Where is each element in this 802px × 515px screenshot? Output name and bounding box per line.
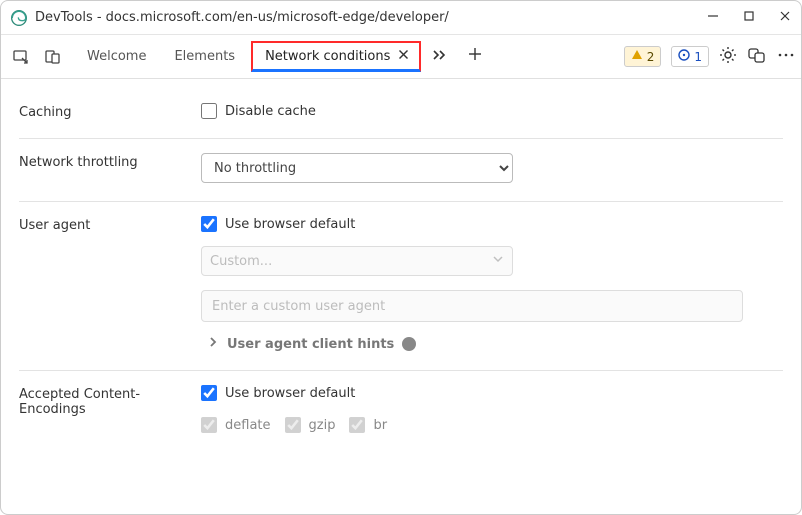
edge-icon	[11, 10, 27, 26]
tab-network-conditions[interactable]: Network conditions	[251, 41, 421, 72]
more-options-icon[interactable]	[777, 46, 795, 68]
ua-preset-dropdown: Custom...	[201, 246, 513, 276]
ua-custom-input	[201, 290, 743, 322]
minimize-button[interactable]	[707, 10, 719, 26]
ua-client-hints-toggle[interactable]: User agent client hints	[201, 336, 783, 352]
enc-deflate-label: deflate	[225, 418, 271, 433]
enc-br-label: br	[373, 418, 387, 433]
chevron-down-icon	[492, 253, 504, 269]
enc-options: deflate gzip br	[201, 417, 783, 433]
network-conditions-panel: Caching Disable cache Network throttling…	[1, 79, 801, 514]
info-count: 1	[694, 50, 702, 64]
enc-br-line: br	[349, 417, 387, 433]
dock-side-icon[interactable]	[747, 46, 767, 68]
ua-use-default-checkbox[interactable]	[201, 216, 217, 232]
enc-gzip-line: gzip	[285, 417, 336, 433]
title-bar: DevTools - docs.microsoft.com/en-us/micr…	[1, 1, 801, 35]
maximize-button[interactable]	[743, 10, 755, 26]
settings-icon[interactable]	[719, 46, 737, 68]
disable-cache-label: Disable cache	[225, 104, 316, 119]
warning-icon	[631, 49, 643, 64]
warnings-badge[interactable]: 2	[624, 46, 662, 67]
disable-cache-checkbox[interactable]	[201, 103, 217, 119]
label-caching: Caching	[19, 103, 201, 120]
ua-use-default-label: Use browser default	[225, 217, 355, 232]
enc-br-checkbox	[349, 417, 365, 433]
enc-use-default-label: Use browser default	[225, 386, 355, 401]
inspect-icon[interactable]	[7, 48, 35, 66]
label-throttling: Network throttling	[19, 153, 201, 170]
close-button[interactable]	[779, 10, 791, 26]
enc-use-default-checkbox[interactable]	[201, 385, 217, 401]
device-toggle-icon[interactable]	[39, 48, 67, 66]
warnings-count: 2	[647, 50, 655, 64]
more-tabs-icon[interactable]	[425, 40, 455, 74]
label-user-agent: User agent	[19, 216, 201, 233]
enc-deflate-line: deflate	[201, 417, 271, 433]
tab-strip: Welcome Elements Network conditions	[75, 40, 491, 74]
tab-label: Network conditions	[265, 49, 390, 64]
tab-welcome[interactable]: Welcome	[75, 41, 158, 72]
info-icon	[678, 49, 690, 64]
info-badge[interactable]: 1	[671, 46, 709, 67]
tab-elements[interactable]: Elements	[162, 41, 247, 72]
ua-use-default-line[interactable]: Use browser default	[201, 216, 783, 232]
ua-preset-placeholder: Custom...	[210, 254, 272, 269]
row-throttling: Network throttling No throttling	[19, 139, 783, 202]
chevron-right-icon	[207, 336, 219, 352]
window-title: DevTools - docs.microsoft.com/en-us/micr…	[35, 10, 707, 25]
row-user-agent: User agent Use browser default Custom...…	[19, 202, 783, 371]
row-caching: Caching Disable cache	[19, 89, 783, 139]
label-encodings: Accepted Content-Encodings	[19, 385, 201, 417]
enc-use-default-line[interactable]: Use browser default	[201, 385, 783, 401]
throttling-select[interactable]: No throttling	[201, 153, 513, 183]
info-circle-icon	[402, 337, 416, 351]
row-encodings: Accepted Content-Encodings Use browser d…	[19, 371, 783, 451]
ua-client-hints-label: User agent client hints	[227, 337, 394, 352]
enc-gzip-label: gzip	[309, 418, 336, 433]
enc-deflate-checkbox	[201, 417, 217, 433]
disable-cache-line[interactable]: Disable cache	[201, 103, 783, 119]
new-tab-button[interactable]	[459, 42, 491, 71]
toolbar: Welcome Elements Network conditions 2 1	[1, 35, 801, 79]
enc-gzip-checkbox	[285, 417, 301, 433]
tab-close-icon[interactable]	[398, 49, 409, 64]
